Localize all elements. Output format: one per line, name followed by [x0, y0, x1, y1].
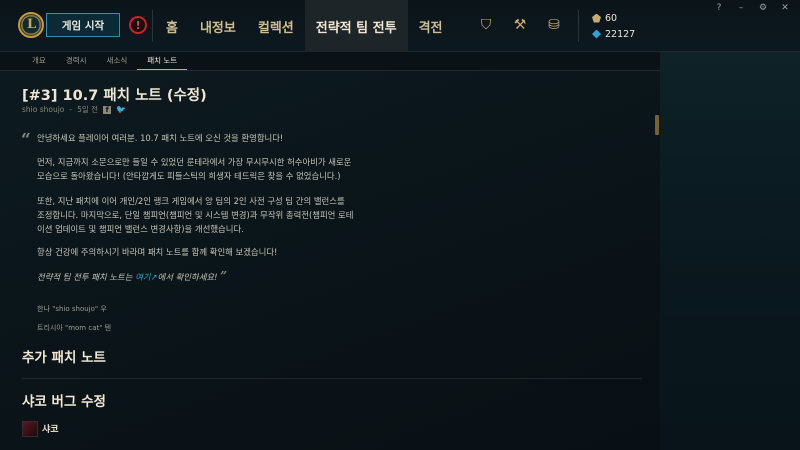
side-background [660, 52, 800, 450]
paragraph-line: 이션 업데이트 및 챔피언 밸런스 변경사항)을 개선했습니다. [37, 224, 244, 234]
settings-icon[interactable]: ⚙ [758, 3, 768, 13]
article-meta: shio shoujo - 5일 전 f 🐦 [22, 104, 127, 114]
window-controls: ? – ⚙ ✕ [714, 3, 790, 13]
top-navigation-bar: L 게임 시작 ! 홈 내정보 컬렉션 전략적 팀 전투 격전 ⛉ ⚒ ⛁ 60… [0, 0, 800, 52]
tft-notes-link[interactable]: 여기↗ [135, 272, 157, 282]
utility-icons: ⛉ ⚒ ⛁ [478, 17, 562, 33]
tab-news[interactable]: 새소식 [97, 52, 138, 70]
nav-tft[interactable]: 전략적 팀 전투 [304, 0, 408, 52]
quote-close-icon: ” [220, 269, 228, 283]
minimize-icon[interactable]: – [736, 3, 746, 13]
crafting-icon[interactable]: ⚒ [512, 17, 528, 33]
section-heading: 추가 패치 노트 [22, 350, 106, 366]
help-icon[interactable]: ? [714, 3, 724, 13]
league-logo-icon[interactable]: L [18, 12, 44, 38]
tft-pass-icon[interactable]: ⛉ [478, 17, 494, 33]
signature-line: 한나 "shio shoujo" 우 [37, 305, 107, 313]
scrollbar-thumb[interactable] [655, 115, 659, 135]
main-nav: 홈 내정보 컬렉션 전략적 팀 전투 격전 [155, 0, 453, 52]
nav-home[interactable]: 홈 [155, 0, 189, 52]
facebook-share-icon[interactable]: f [103, 105, 112, 114]
section-heading: 샤코 버그 수정 [22, 394, 106, 410]
paragraph-line: 항상 건강에 주의하시기 바라며 패치 노트를 함께 확인해 보겠습니다! [37, 247, 278, 257]
section-divider [22, 378, 642, 379]
play-button[interactable]: 게임 시작 [46, 13, 120, 37]
twitter-share-icon[interactable]: 🐦 [116, 105, 126, 114]
store-icon[interactable]: ⛁ [546, 17, 562, 33]
close-icon[interactable]: ✕ [780, 3, 790, 13]
alert-icon[interactable]: ! [129, 16, 147, 34]
nav-divider [152, 10, 153, 42]
article-author: shio shoujo [22, 105, 65, 114]
nav-profile[interactable]: 내정보 [189, 0, 247, 52]
intro-text: 안녕하세요 플레이어 여러분. 10.7 패치 노트에 오신 것을 환영합니다! [37, 133, 284, 143]
tab-patch-notes[interactable]: 패치 노트 [137, 52, 188, 70]
nav-divider [578, 10, 579, 42]
article-time: 5일 전 [77, 105, 99, 114]
external-link-icon[interactable]: ↗ [151, 272, 158, 282]
nav-clash[interactable]: 격전 [408, 0, 454, 52]
riot-points-icon [592, 29, 601, 39]
champion-portrait-icon [22, 421, 38, 437]
currency-display[interactable]: 60 22127 [592, 11, 635, 41]
article-title: [#3] 10.7 패치 노트 (수정) [22, 88, 207, 104]
quote-open-icon: “ [21, 130, 31, 150]
paragraph-line: 모습으로 돌아왔습니다! (안타깝게도 피들스틱의 희생자 테드릭은 찾을 수 … [37, 171, 341, 181]
tab-overview[interactable]: 개요 [22, 52, 56, 70]
paragraph-line: 먼저, 지금까지 소문으로만 들일 수 있었던 룬테라에서 가장 무시무시한 허… [37, 157, 352, 167]
paragraph-line: 또한, 지난 패치에 이어 개인/2인 랭크 게임에서 앙 팀의 2인 사전 구… [37, 196, 345, 206]
riot-points-amount: 22127 [605, 28, 636, 40]
champion-name: 샤코 [42, 425, 59, 435]
tab-match-history[interactable]: 경력시 [56, 52, 97, 70]
nav-collection[interactable]: 컬렉션 [247, 0, 305, 52]
sub-navigation: 개요 경력시 새소식 패치 노트 [0, 52, 660, 70]
signature-line: 트리시아 "mom cat" 텐 [37, 324, 112, 332]
tft-notes-line: 전략적 팀 전투 패치 노트는 여기↗에서 확인하세요! ” [37, 269, 228, 283]
blue-essence-amount: 60 [605, 12, 618, 24]
paragraph-line: 조정합니다. 마지막으로, 단일 챔피언(챔피언 및 시스템 변경)과 무작위 … [37, 210, 354, 220]
blue-essence-icon [592, 13, 601, 23]
